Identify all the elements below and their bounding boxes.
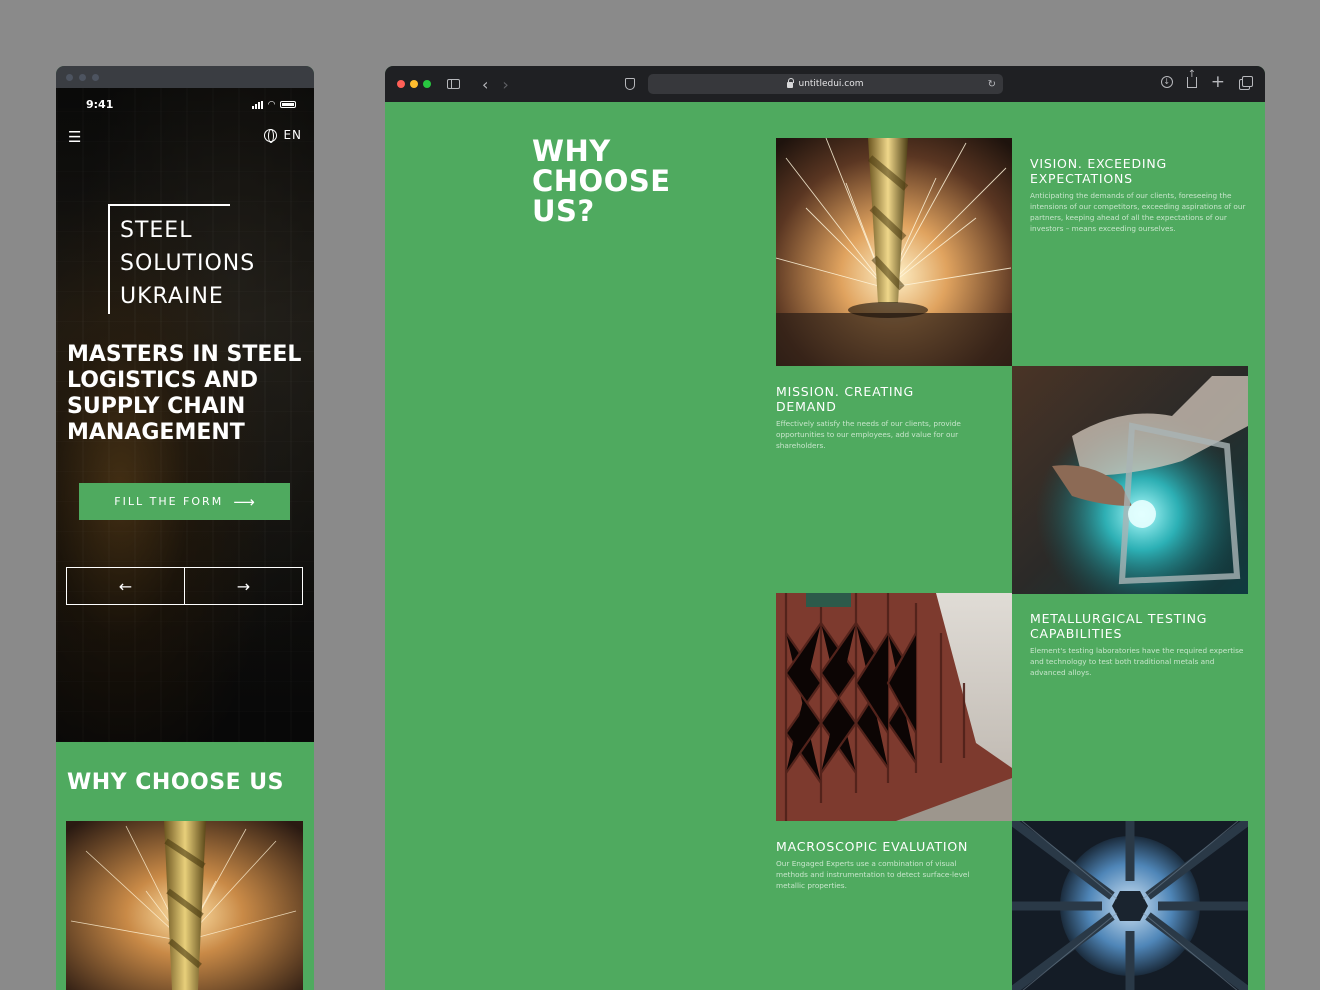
next-slide-button[interactable]: → — [184, 568, 302, 604]
battery-icon — [280, 101, 296, 108]
url-text: untitledui.com — [798, 79, 864, 89]
language-switcher[interactable]: EN — [264, 128, 302, 143]
fill-form-button[interactable]: FILL THE FORM ⟶ — [79, 483, 290, 520]
logo-line: STEEL — [120, 218, 193, 243]
share-icon[interactable] — [1186, 69, 1197, 88]
lock-icon — [787, 78, 795, 88]
hamburger-menu-icon[interactable]: ☰ — [68, 128, 81, 146]
logo-line: UKRAINE — [120, 284, 224, 309]
download-icon[interactable]: ↓ — [1160, 76, 1173, 88]
status-bar: 9:41 ◠ — [86, 98, 296, 111]
prev-slide-button[interactable]: ← — [67, 568, 184, 604]
zoom-window-dot[interactable] — [423, 80, 431, 88]
logo-line: SOLUTIONS — [120, 251, 256, 276]
status-icons: ◠ — [252, 100, 296, 110]
feature-mission: MISSION. CREATING DEMAND Effectively sat… — [776, 384, 976, 451]
feature-macroscopic: MACROSCOPIC EVALUATION Our Engaged Exper… — [776, 839, 986, 891]
drill-sparks-image — [776, 138, 1012, 366]
new-tab-icon[interactable]: + — [1211, 74, 1225, 91]
feature-testing: METALLURGICAL TESTING CAPABILITIES Eleme… — [1030, 611, 1252, 678]
traffic-lights — [397, 80, 431, 88]
page-content: WHY CHOOSE US? VISION. EXCEEDING EXPECTA… — [385, 102, 1265, 990]
logo-text: STEEL SOLUTIONS UKRAINE — [120, 214, 255, 313]
window-dot — [92, 73, 99, 81]
steel-bridge-image — [776, 593, 1012, 821]
desktop-browser-preview: ‹ › untitledui.com ↻ ↓ + WHY CHOOSE US? — [385, 66, 1265, 990]
toolbar-actions: ↓ + — [1160, 69, 1253, 91]
slider-nav: ← → — [66, 567, 303, 605]
brand-logo[interactable]: STEEL SOLUTIONS UKRAINE — [108, 204, 254, 314]
browser-toolbar: ‹ › untitledui.com ↻ ↓ + — [385, 66, 1265, 102]
close-window-dot[interactable] — [397, 80, 405, 88]
feature-vision: VISION. EXCEEDING EXPECTATIONS Anticipat… — [1030, 156, 1252, 234]
welding-image — [1012, 366, 1248, 594]
cta-label: FILL THE FORM — [114, 495, 224, 508]
mobile-hero: 9:41 ◠ ☰ EN STEEL SOLUTIONS UKRAINE MAST… — [56, 88, 314, 742]
steel-tower-image — [1012, 821, 1248, 990]
mobile-section-title: WHY CHOOSE US — [67, 770, 284, 795]
hero-headline: MASTERS IN STEEL LOGISTICS AND SUPPLY CH… — [67, 342, 302, 445]
status-time: 9:41 — [86, 98, 114, 111]
reload-icon[interactable]: ↻ — [988, 79, 996, 90]
signal-icon — [252, 100, 264, 109]
address-bar[interactable]: untitledui.com ↻ — [648, 74, 1003, 94]
back-icon[interactable]: ‹ — [482, 75, 488, 94]
feature-description: Anticipating the demands of our clients,… — [1030, 191, 1246, 233]
globe-icon — [264, 128, 278, 143]
feature-title: MACROSCOPIC EVALUATION — [776, 839, 969, 854]
feature-description: Effectively satisfy the needs of our cli… — [776, 419, 961, 450]
window-dot — [79, 73, 86, 81]
logo-frame-line — [108, 204, 110, 314]
privacy-shield-icon[interactable] — [625, 78, 635, 90]
feature-title: METALLURGICAL TESTING CAPABILITIES — [1030, 611, 1208, 641]
feature-description: Our Engaged Experts use a combination of… — [776, 859, 970, 890]
window-dot — [66, 73, 73, 81]
tab-overview-icon[interactable] — [1239, 76, 1253, 90]
mobile-preview: 9:41 ◠ ☰ EN STEEL SOLUTIONS UKRAINE MAST… — [56, 66, 314, 990]
logo-frame-line — [108, 204, 230, 206]
minimize-window-dot[interactable] — [410, 80, 418, 88]
sidebar-toggle-icon[interactable] — [447, 79, 460, 89]
feature-title: VISION. EXCEEDING EXPECTATIONS — [1030, 156, 1168, 186]
arrow-right-icon: ⟶ — [233, 492, 255, 511]
feature-description: Element's testing laboratories have the … — [1030, 646, 1244, 677]
section-title-text: WHY CHOOSE US? — [532, 134, 671, 228]
drill-sparks-image — [66, 821, 303, 990]
forward-icon[interactable]: › — [502, 75, 508, 94]
language-label: EN — [283, 128, 302, 142]
mobile-window-chrome — [56, 66, 314, 88]
section-title: WHY CHOOSE US? — [532, 136, 742, 226]
feature-title: MISSION. CREATING DEMAND — [776, 384, 915, 414]
wifi-icon: ◠ — [268, 99, 275, 110]
